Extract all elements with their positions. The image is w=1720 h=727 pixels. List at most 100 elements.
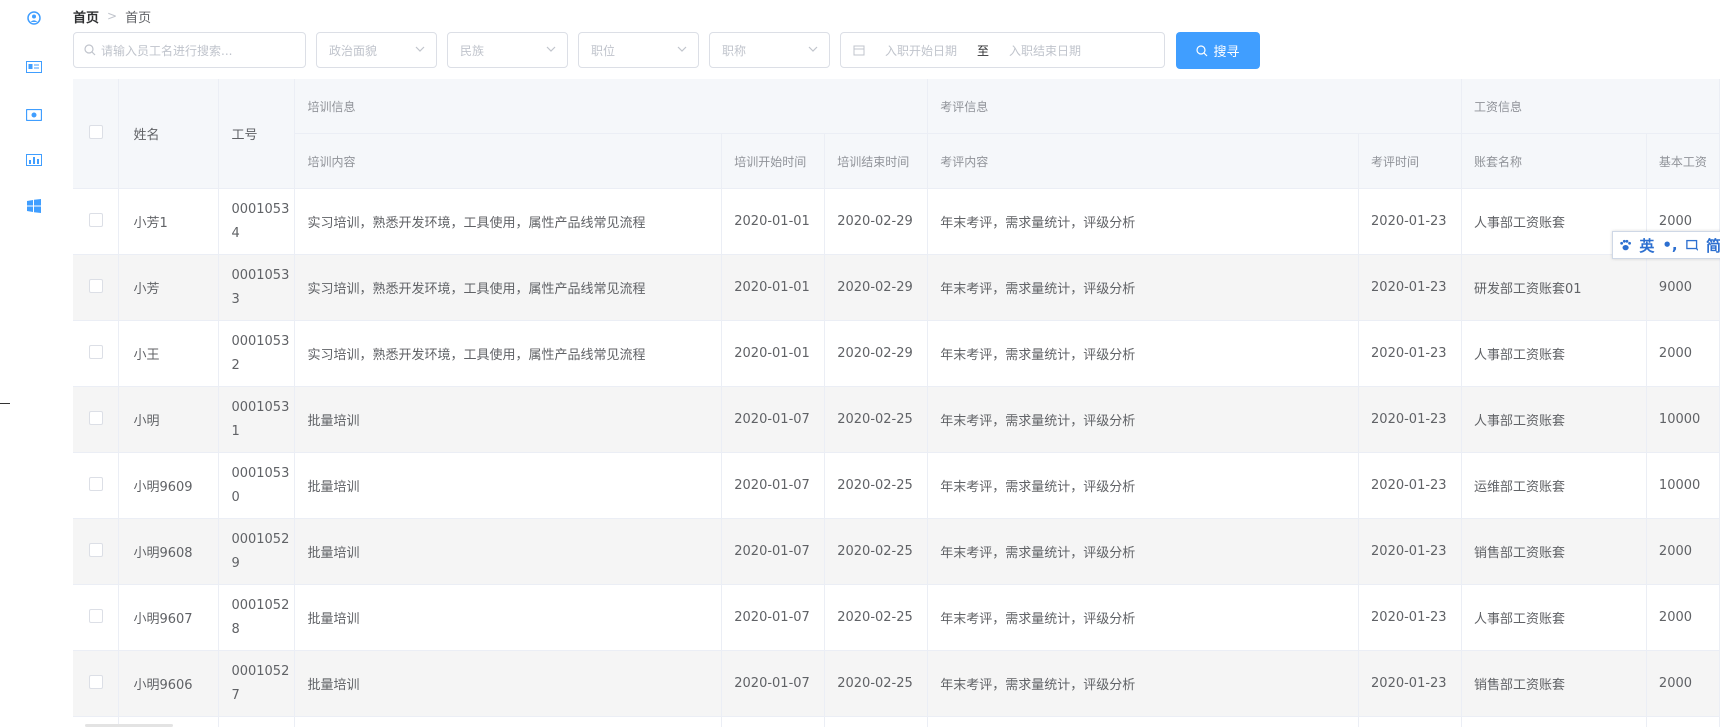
table-cell [721,716,826,727]
table-row[interactable]: 小明9609 00010530 批量培训 2020-01-07 2020-02-25 年末… [73,452,1720,519]
cell-train-start: 2020-01-07 [721,518,826,585]
row-checkbox[interactable] [89,476,103,491]
col-appraise-content: 考评内容 [927,133,1360,189]
cell-appraise-time: 2020-01-23 [1358,650,1462,717]
money-icon[interactable] [26,108,42,122]
search-input[interactable]: 请输入员工名进行搜索... [73,32,306,68]
windows-icon[interactable] [26,199,42,213]
cell-train-start: 2020-01-07 [721,584,826,651]
cell-train-content: 批量培训 [294,452,723,519]
cell-train-end: 2020-02-29 [824,254,929,321]
cell-empno: 00010528 [218,584,296,651]
row-checkbox[interactable] [89,212,103,227]
cell-base-salary: 10000 [1646,452,1720,519]
cell-account-name: 销售部工资账套 [1461,518,1647,585]
cell-appraise-content: 年末考评，需求量统计，评级分析 [927,320,1360,387]
empno-text: 00010527 [231,663,290,703]
cell-name: 小明9609 [118,452,220,519]
cell-account-name: 人事部工资账套 [1461,320,1647,387]
chevron-down-icon [808,46,818,52]
table-row[interactable]: 小明9607 00010528 批量培训 2020-01-07 2020-02-25 年末… [73,584,1720,651]
nation-select[interactable]: 民族 [447,32,568,68]
table-row[interactable] [73,716,1720,727]
row-checkbox[interactable] [89,344,103,359]
row-checkbox[interactable] [89,410,103,425]
table-cell [1461,716,1647,727]
cell-train-end: 2020-02-25 [824,386,929,453]
sidebar-collapse-handle[interactable] [0,403,10,404]
cell-train-content: 实习培训，熟悉开发环境，工具使用，属性产品线常见流程 [294,188,723,255]
col-train-content: 培训内容 [294,133,723,189]
title-select[interactable]: 职称 [709,32,830,68]
cell-train-start: 2020-01-01 [721,188,826,255]
cell-name: 小芳 [118,254,220,321]
table-row[interactable]: 小明9606 00010527 批量培训 2020-01-07 2020-02-25 年末… [73,650,1720,717]
table-row[interactable]: 小明 00010531 批量培训 2020-01-07 2020-02-25 年末考评，需… [73,386,1720,453]
cell-base-salary: 2000 [1646,320,1720,387]
empno-text: 00010529 [231,531,290,571]
cell-name: 小明 [118,386,220,453]
date-range-separator: 至 [977,43,990,58]
row-select-cell [73,320,120,387]
sidebar [0,0,62,727]
start-date-placeholder[interactable]: 入职开始日期 [885,42,957,59]
cell-appraise-time: 2020-01-23 [1358,452,1462,519]
cell-train-start: 2020-01-07 [721,452,826,519]
position-select[interactable]: 职位 [578,32,699,68]
table-cell [824,716,929,727]
row-checkbox[interactable] [89,278,103,293]
ime-punct[interactable]: •, [1662,236,1677,254]
table-cell [294,716,723,727]
cell-account-name: 人事部工资账套 [1461,386,1647,453]
empno-text: 00010530 [231,465,290,505]
date-range-picker[interactable]: 入职开始日期 至 入职结束日期 [840,32,1165,68]
cell-empno: 00010529 [218,518,296,585]
end-date-placeholder[interactable]: 入职结束日期 [1009,42,1081,59]
empno-text: 00010532 [231,333,290,373]
keyboard-icon[interactable] [1685,238,1698,252]
cell-appraise-time: 2020-01-23 [1358,254,1462,321]
position-placeholder: 职位 [591,43,616,58]
row-select-cell [73,584,120,651]
cell-train-start: 2020-01-07 [721,650,826,717]
cell-train-end: 2020-02-29 [824,320,929,387]
row-checkbox[interactable] [89,674,103,689]
cell-appraise-time: 2020-01-23 [1358,320,1462,387]
breadcrumb-home[interactable]: 首页 [73,7,99,26]
cell-appraise-content: 年末考评，需求量统计，评级分析 [927,452,1360,519]
table-row[interactable]: 小芳1 00010534 实习培训，熟悉开发环境，工具使用，属性产品线常见流程 202… [73,188,1720,255]
cell-train-end: 2020-02-29 [824,188,929,255]
cell-base-salary: 2000 [1646,650,1720,717]
cell-appraise-time: 2020-01-23 [1358,518,1462,585]
row-checkbox[interactable] [89,608,103,623]
row-checkbox[interactable] [89,542,103,557]
col-account-name: 账套名称 [1461,133,1647,189]
cell-empno: 00010534 [218,188,296,255]
search-button[interactable]: 搜寻 [1176,32,1260,69]
table-row[interactable]: 小王 00010532 实习培训，熟悉开发环境，工具使用，属性产品线常见流程 2020… [73,320,1720,387]
bar-chart-icon[interactable] [26,153,42,167]
user-icon[interactable] [26,11,42,25]
cell-train-content: 批量培训 [294,386,723,453]
ime-mode[interactable]: 简 [1706,235,1720,256]
cell-appraise-content: 年末考评，需求量统计，评级分析 [927,584,1360,651]
cell-appraise-content: 年末考评，需求量统计，评级分析 [927,254,1360,321]
ime-lang[interactable]: 英 [1639,235,1654,256]
cell-name: 小明9608 [118,518,220,585]
table-row[interactable]: 小芳 00010533 实习培训，熟悉开发环境，工具使用，属性产品线常见流程 2020… [73,254,1720,321]
row-select-cell [73,254,120,321]
cell-appraise-content: 年末考评，需求量统计，评级分析 [927,188,1360,255]
political-select[interactable]: 政治面貌 [316,32,437,68]
search-placeholder: 请输入员工名进行搜索... [101,43,233,58]
select-all-checkbox[interactable] [89,125,103,139]
table-row[interactable]: 小明9608 00010529 批量培训 2020-01-07 2020-02-25 年末… [73,518,1720,585]
row-select-cell [73,188,120,255]
cell-empno: 00010533 [218,254,296,321]
ime-toolbar[interactable]: 英 •, 简 [1612,231,1720,259]
cell-account-name: 运维部工资账套 [1461,452,1647,519]
cell-empno: 00010530 [218,452,296,519]
cell-appraise-content: 年末考评，需求量统计，评级分析 [927,518,1360,585]
col-appraise-time: 考评时间 [1358,133,1462,189]
cell-train-content: 实习培训，熟悉开发环境，工具使用，属性产品线常见流程 [294,254,723,321]
cell-train-end: 2020-02-25 [824,584,929,651]
